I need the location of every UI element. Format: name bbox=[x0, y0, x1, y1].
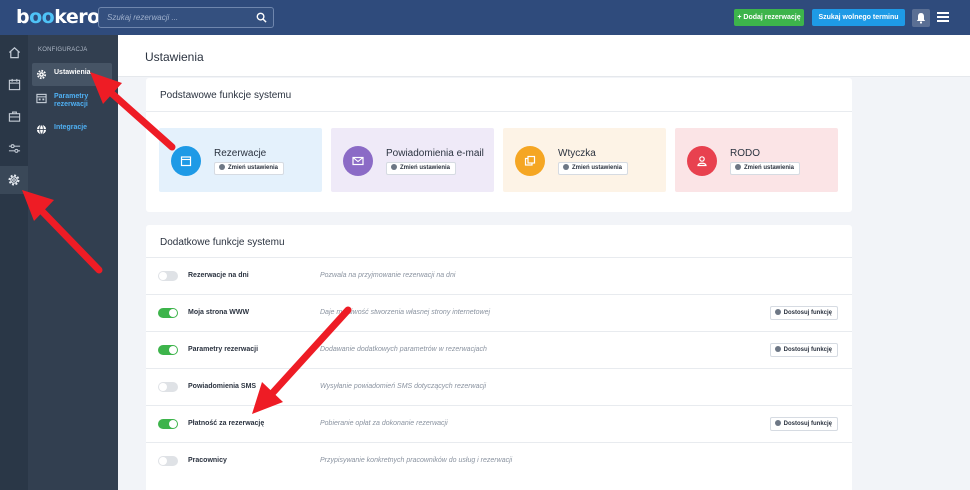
feature-name: RODO bbox=[730, 148, 760, 159]
icon-rail bbox=[0, 35, 28, 490]
subnav-item-label: Ustawienia bbox=[54, 69, 91, 76]
add-reservation-button[interactable]: + Dodaj rezerwację bbox=[734, 9, 804, 26]
search-box bbox=[98, 7, 274, 28]
feature-tile-gdpr: RODO Zmień ustawienia bbox=[675, 128, 838, 192]
feature-row: Pracownicy Przypisywanie konkretnych pra… bbox=[146, 442, 852, 490]
basic-features-title: Podstawowe funkcje systemu bbox=[160, 90, 292, 101]
widget-icon bbox=[515, 146, 545, 176]
feature-toggle[interactable] bbox=[158, 419, 178, 429]
change-settings-button[interactable]: Zmień ustawienia bbox=[730, 162, 801, 175]
gear-icon bbox=[8, 174, 20, 186]
sliders-icon bbox=[8, 143, 20, 153]
extra-features-card: Dodatkowe funkcje systemu bbox=[146, 225, 852, 257]
bookero-logo[interactable]: bookero bbox=[16, 6, 100, 28]
feature-row-description: Pobieranie opłat za dokonanie rezerwacji bbox=[320, 420, 448, 427]
feature-tile-widget: Wtyczka Zmień ustawienia bbox=[503, 128, 666, 192]
menu-icon[interactable] bbox=[937, 12, 949, 23]
bell-icon bbox=[916, 13, 926, 24]
user-icon bbox=[687, 146, 717, 176]
search-input[interactable] bbox=[99, 8, 249, 27]
feature-row-description: Pozwala na przyjmowanie rezerwacji na dn… bbox=[320, 272, 456, 279]
subnav-item-integrations[interactable]: Integracje bbox=[32, 118, 112, 141]
feature-row-name: Rezerwacje na dni bbox=[188, 272, 249, 279]
find-free-slot-button[interactable]: Szukaj wolnego terminu bbox=[812, 9, 905, 26]
feature-name: Powiadomienia e-mail bbox=[386, 148, 484, 159]
page-header: Ustawienia bbox=[118, 35, 970, 77]
feature-toggle[interactable] bbox=[158, 456, 178, 466]
envelope-icon bbox=[343, 146, 373, 176]
feature-row-description: Wysyłanie powiadomień SMS dotyczących re… bbox=[320, 383, 487, 390]
gear-icon bbox=[563, 164, 569, 170]
feature-row-name: Parametry rezerwacji bbox=[188, 346, 259, 353]
rail-calendar[interactable] bbox=[0, 70, 28, 98]
home-icon bbox=[8, 46, 20, 58]
gear-icon bbox=[735, 164, 741, 170]
feature-row-name: Moja strona WWW bbox=[188, 309, 250, 316]
notifications-button[interactable] bbox=[912, 9, 930, 27]
feature-row-name: Powiadomienia SMS bbox=[188, 383, 257, 390]
rail-briefcase[interactable] bbox=[0, 102, 28, 130]
subnav-item-settings[interactable]: Ustawienia bbox=[32, 63, 112, 86]
rail-home[interactable] bbox=[0, 38, 28, 66]
basic-features-card: Podstawowe funkcje systemu Rezerwacje Zm… bbox=[146, 78, 852, 212]
gear-icon bbox=[36, 69, 47, 80]
top-bar: bookero + Dodaj rezerwację Szukaj wolneg… bbox=[0, 0, 970, 35]
change-settings-button[interactable]: Zmień ustawienia bbox=[558, 162, 629, 175]
search-icon[interactable] bbox=[256, 12, 267, 23]
feature-row-description: Daje możliwość stworzenia własnej strony… bbox=[320, 309, 491, 316]
page-title: Ustawienia bbox=[145, 50, 204, 64]
customize-feature-button[interactable]: Dostosuj funkcję bbox=[769, 306, 838, 320]
gear-icon bbox=[219, 164, 225, 170]
feature-name: Wtyczka bbox=[558, 148, 596, 159]
rail-settings[interactable] bbox=[0, 166, 28, 194]
feature-row: Parametry rezerwacji Dodawanie dodatkowy… bbox=[146, 331, 852, 368]
gear-icon bbox=[774, 309, 781, 315]
feature-row: Rezerwacje na dni Pozwala na przyjmowani… bbox=[146, 257, 852, 294]
feature-name: Rezerwacje bbox=[214, 148, 267, 159]
feature-row-description: Przypisywanie konkretnych pracowników do… bbox=[320, 457, 513, 464]
subnav-item-label: Integracje bbox=[54, 124, 88, 131]
rail-sliders[interactable] bbox=[0, 134, 28, 162]
feature-toggle[interactable] bbox=[158, 382, 178, 392]
feature-toggle[interactable] bbox=[158, 271, 178, 281]
change-settings-button[interactable]: Zmień ustawienia bbox=[386, 162, 457, 175]
calendar-icon bbox=[8, 78, 20, 90]
globe-icon bbox=[36, 124, 47, 135]
customize-feature-button[interactable]: Dostosuj funkcję bbox=[769, 417, 838, 431]
gear-icon bbox=[774, 420, 781, 426]
feature-row: Płatność za rezerwację Pobieranie opłat … bbox=[146, 405, 852, 442]
feature-row-name: Pracownicy bbox=[188, 457, 227, 464]
feature-toggle[interactable] bbox=[158, 345, 178, 355]
customize-feature-button[interactable]: Dostosuj funkcję bbox=[769, 343, 838, 357]
gear-icon bbox=[391, 164, 397, 170]
divider bbox=[146, 111, 852, 112]
feature-row-name: Płatność za rezerwację bbox=[188, 420, 265, 427]
briefcase-icon bbox=[8, 110, 20, 122]
feature-row-description: Dodawanie dodatkowych parametrów w rezer… bbox=[320, 346, 487, 353]
feature-tile-email: Powiadomienia e-mail Zmień ustawienia bbox=[331, 128, 494, 192]
feature-tile-reservations: Rezerwacje Zmień ustawienia bbox=[159, 128, 322, 192]
subnav-heading: KONFIGURACJA bbox=[38, 47, 88, 53]
feature-toggle[interactable] bbox=[158, 308, 178, 318]
subnav-item-label: Parametry rezerwacji bbox=[54, 93, 89, 108]
feature-row: Powiadomienia SMS Wysyłanie powiadomień … bbox=[146, 368, 852, 405]
settings-subnav: KONFIGURACJA Ustawienia Parametry rezerw… bbox=[28, 35, 118, 490]
change-settings-button[interactable]: Zmień ustawienia bbox=[214, 162, 285, 175]
reservations-icon bbox=[171, 146, 201, 176]
calendar-icon bbox=[36, 93, 47, 104]
feature-row: Moja strona WWW Daje możliwość stworzeni… bbox=[146, 294, 852, 331]
extra-features-title: Dodatkowe funkcje systemu bbox=[160, 237, 285, 248]
gear-icon bbox=[774, 346, 781, 352]
subnav-item-booking-params[interactable]: Parametry rezerwacji bbox=[32, 87, 112, 115]
